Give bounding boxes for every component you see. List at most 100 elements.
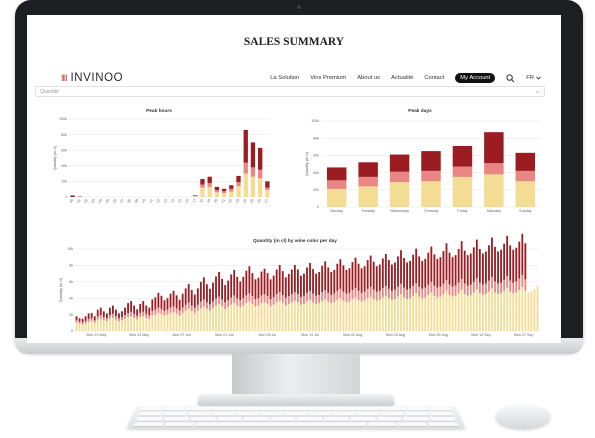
bar-segment[interactable]: [221, 278, 223, 300]
bar-segment[interactable]: [358, 186, 378, 207]
bar-segment[interactable]: [209, 304, 211, 311]
bar-segment[interactable]: [207, 176, 212, 183]
bar-segment[interactable]: [111, 305, 114, 314]
bar-segment[interactable]: [481, 284, 484, 295]
bar-segment[interactable]: [181, 312, 184, 331]
bar-segment[interactable]: [227, 307, 230, 331]
bar-segment[interactable]: [327, 301, 330, 331]
bar-segment[interactable]: [306, 301, 308, 331]
bar-segment[interactable]: [357, 299, 360, 331]
bar-segment[interactable]: [421, 298, 424, 331]
bar-segment[interactable]: [506, 287, 509, 331]
bar-segment[interactable]: [424, 287, 427, 298]
bar-segment[interactable]: [530, 291, 533, 331]
bar-segment[interactable]: [500, 282, 503, 294]
bar-segment[interactable]: [339, 288, 342, 299]
bar-segment[interactable]: [318, 294, 321, 304]
bar-segment[interactable]: [84, 316, 87, 322]
bar-segment[interactable]: [509, 280, 512, 292]
bar-segment[interactable]: [412, 295, 415, 331]
bar-segment[interactable]: [391, 264, 393, 291]
bar-segment[interactable]: [442, 283, 445, 295]
bar-segment[interactable]: [258, 169, 263, 179]
bar-segment[interactable]: [181, 293, 184, 308]
bar-segment[interactable]: [475, 278, 478, 290]
bar-segment[interactable]: [400, 250, 402, 284]
bar-segment[interactable]: [212, 308, 214, 331]
bar-segment[interactable]: [466, 285, 469, 296]
bar-segment[interactable]: [199, 308, 202, 331]
bar-segment[interactable]: [115, 316, 117, 320]
bar-segment[interactable]: [136, 309, 139, 316]
bar-segment[interactable]: [296, 294, 299, 303]
bar-segment[interactable]: [133, 313, 136, 318]
bar-segment[interactable]: [439, 257, 442, 287]
bar-segment[interactable]: [84, 321, 87, 324]
bar-segment[interactable]: [87, 313, 90, 320]
bar-segment[interactable]: [278, 264, 281, 293]
bar-segment[interactable]: [218, 303, 220, 331]
bar-segment[interactable]: [397, 286, 399, 297]
bar-segment[interactable]: [406, 262, 408, 290]
bar-segment[interactable]: [351, 262, 354, 290]
bar-segment[interactable]: [124, 307, 126, 316]
bar-segment[interactable]: [281, 271, 284, 295]
bar-segment[interactable]: [333, 302, 336, 331]
bar-segment[interactable]: [463, 250, 466, 284]
bar-segment[interactable]: [381, 287, 384, 298]
nav-link-about-us[interactable]: About us: [357, 75, 380, 81]
bar-segment[interactable]: [136, 319, 139, 331]
bar-segment[interactable]: [151, 299, 154, 311]
bar-segment[interactable]: [236, 186, 241, 197]
bar-segment[interactable]: [221, 193, 227, 197]
bar-segment[interactable]: [196, 310, 199, 332]
bar-segment[interactable]: [214, 186, 220, 190]
bar-segment[interactable]: [354, 297, 357, 331]
bar-segment[interactable]: [321, 300, 324, 331]
bar-segment[interactable]: [130, 311, 133, 317]
bar-segment[interactable]: [190, 305, 193, 312]
bar-segment[interactable]: [357, 290, 360, 300]
bar-segment[interactable]: [478, 249, 481, 283]
bar-segment[interactable]: [93, 322, 96, 331]
bar-segment[interactable]: [207, 186, 212, 197]
bar-segment[interactable]: [133, 305, 136, 314]
bar-segment[interactable]: [363, 300, 366, 331]
bar-segment[interactable]: [99, 307, 102, 316]
bar-segment[interactable]: [275, 302, 278, 331]
bar-segment[interactable]: [424, 297, 427, 331]
bar-segment[interactable]: [324, 261, 327, 290]
bar-segment[interactable]: [75, 320, 78, 323]
bar-segment[interactable]: [521, 233, 524, 275]
bar-segment[interactable]: [512, 249, 515, 283]
bar-segment[interactable]: [265, 189, 270, 197]
bar-segment[interactable]: [454, 285, 457, 296]
bar-segment[interactable]: [124, 315, 126, 319]
bar-segment[interactable]: [391, 290, 393, 300]
bar-segment[interactable]: [336, 290, 339, 300]
bar-segment[interactable]: [372, 289, 375, 300]
bar-segment[interactable]: [78, 318, 81, 322]
bar-segment[interactable]: [345, 269, 348, 294]
bar-segment[interactable]: [102, 317, 105, 321]
bar-segment[interactable]: [387, 288, 390, 299]
bar-segment[interactable]: [278, 292, 281, 301]
bar-segment[interactable]: [263, 268, 266, 295]
bar-segment[interactable]: [518, 278, 521, 290]
bar-segment[interactable]: [303, 273, 305, 296]
bar-segment[interactable]: [75, 322, 78, 331]
bar-segment[interactable]: [460, 278, 463, 290]
bar-segment[interactable]: [354, 287, 357, 298]
bar-segment[interactable]: [193, 195, 198, 197]
bar-segment[interactable]: [90, 321, 93, 331]
bar-segment[interactable]: [424, 258, 427, 288]
bar-segment[interactable]: [272, 304, 275, 331]
bar-segment[interactable]: [375, 291, 378, 301]
bar-segment[interactable]: [527, 292, 530, 331]
bar-segment[interactable]: [248, 266, 251, 294]
bar-segment[interactable]: [375, 300, 378, 331]
bar-segment[interactable]: [345, 302, 348, 331]
bar-segment[interactable]: [384, 253, 387, 286]
bar-segment[interactable]: [154, 297, 157, 310]
bar-segment[interactable]: [175, 295, 178, 309]
